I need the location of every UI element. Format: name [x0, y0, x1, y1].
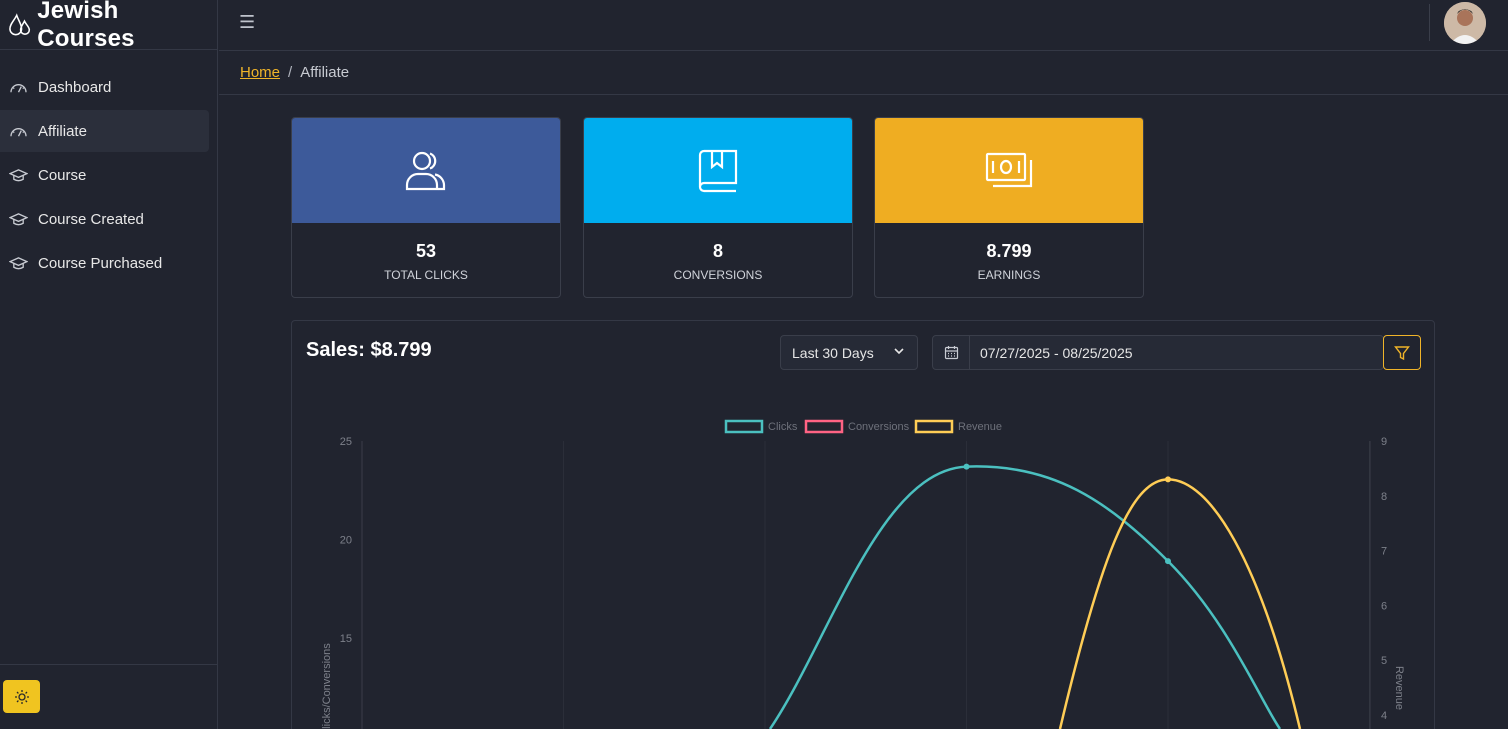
- date-range-select-value: Last 30 Days: [792, 344, 874, 361]
- top-bar: ☰: [219, 0, 1508, 51]
- breadcrumb-current: Affiliate: [300, 64, 350, 81]
- date-range-select[interactable]: Last 30 Days: [780, 335, 918, 370]
- brand[interactable]: Jewish Courses: [0, 0, 217, 52]
- chevron-down-icon: [894, 348, 904, 355]
- graduation-cap-icon: [9, 211, 29, 227]
- topbar-divider: [1429, 4, 1430, 41]
- sidebar-item-label: Course: [38, 166, 87, 184]
- breadcrumb-separator: /: [288, 64, 293, 81]
- sidebar-item-course[interactable]: Course: [0, 154, 209, 196]
- sidebar-item-label: Affiliate: [38, 122, 87, 140]
- theme-toggle-button[interactable]: [3, 680, 40, 713]
- filter-icon: [1394, 345, 1410, 360]
- sidebar-item-course-purchased[interactable]: Course Purchased: [0, 242, 209, 284]
- sidebar-item-label: Course Purchased: [38, 254, 163, 272]
- user-avatar[interactable]: [1444, 2, 1486, 44]
- stat-card-header: [875, 118, 1143, 223]
- breadcrumb: Home / Affiliate: [219, 51, 1508, 95]
- sidebar-item-label: Dashboard: [38, 78, 112, 96]
- graduation-cap-icon: [9, 167, 29, 183]
- speedometer-icon: [9, 123, 29, 139]
- book-icon: [698, 149, 738, 192]
- users-icon: [405, 151, 446, 190]
- sales-title: Sales: $8.799: [306, 339, 432, 361]
- stat-value: 8: [712, 241, 723, 261]
- stat-card-clicks: 53 TOTAL CLICKS: [291, 117, 561, 298]
- sidebar-footer: [0, 664, 217, 729]
- stat-value: 8.799: [986, 241, 1032, 261]
- sidebar-item-label: Course Created: [38, 210, 144, 228]
- breadcrumb-home-link[interactable]: Home: [240, 64, 280, 81]
- stat-label: CONVERSIONS: [673, 268, 763, 282]
- stat-card-conversions: 8 CONVERSIONS: [583, 117, 853, 298]
- sidebar-item-affiliate[interactable]: Affiliate: [0, 110, 209, 152]
- money-icon: [985, 152, 1033, 187]
- stat-label: EARNINGS: [977, 268, 1041, 282]
- filter-button[interactable]: [1383, 335, 1421, 370]
- logo-icon: [9, 12, 31, 35]
- sun-icon: [14, 689, 29, 704]
- date-range-input[interactable]: 07/27/2025 - 08/25/2025: [970, 345, 1133, 361]
- sales-panel: Sales: $8.799 Last 30 Days 07/27/2025 - …: [291, 320, 1435, 729]
- speedometer-icon: [9, 79, 29, 95]
- stat-card-header: [584, 118, 852, 223]
- calendar-icon[interactable]: [933, 336, 970, 369]
- graduation-cap-icon: [9, 255, 29, 271]
- sidebar-item-dashboard[interactable]: Dashboard: [0, 66, 209, 108]
- stat-value: 53: [415, 241, 437, 261]
- sidebar: Jewish Courses Dashboard Affiliate Course C…: [0, 0, 218, 729]
- hamburger-icon[interactable]: ☰: [239, 12, 255, 33]
- brand-name: Jewish Courses: [37, 0, 135, 52]
- sidebar-nav: Dashboard Affiliate Course Course Created Co…: [0, 50, 217, 284]
- stat-card-header: [292, 118, 560, 223]
- stat-label: TOTAL CLICKS: [384, 268, 468, 282]
- date-range-input-group[interactable]: 07/27/2025 - 08/25/2025: [932, 335, 1384, 370]
- sidebar-item-course-created[interactable]: Course Created: [0, 198, 209, 240]
- stat-card-earnings: 8.799 EARNINGS: [874, 117, 1144, 298]
